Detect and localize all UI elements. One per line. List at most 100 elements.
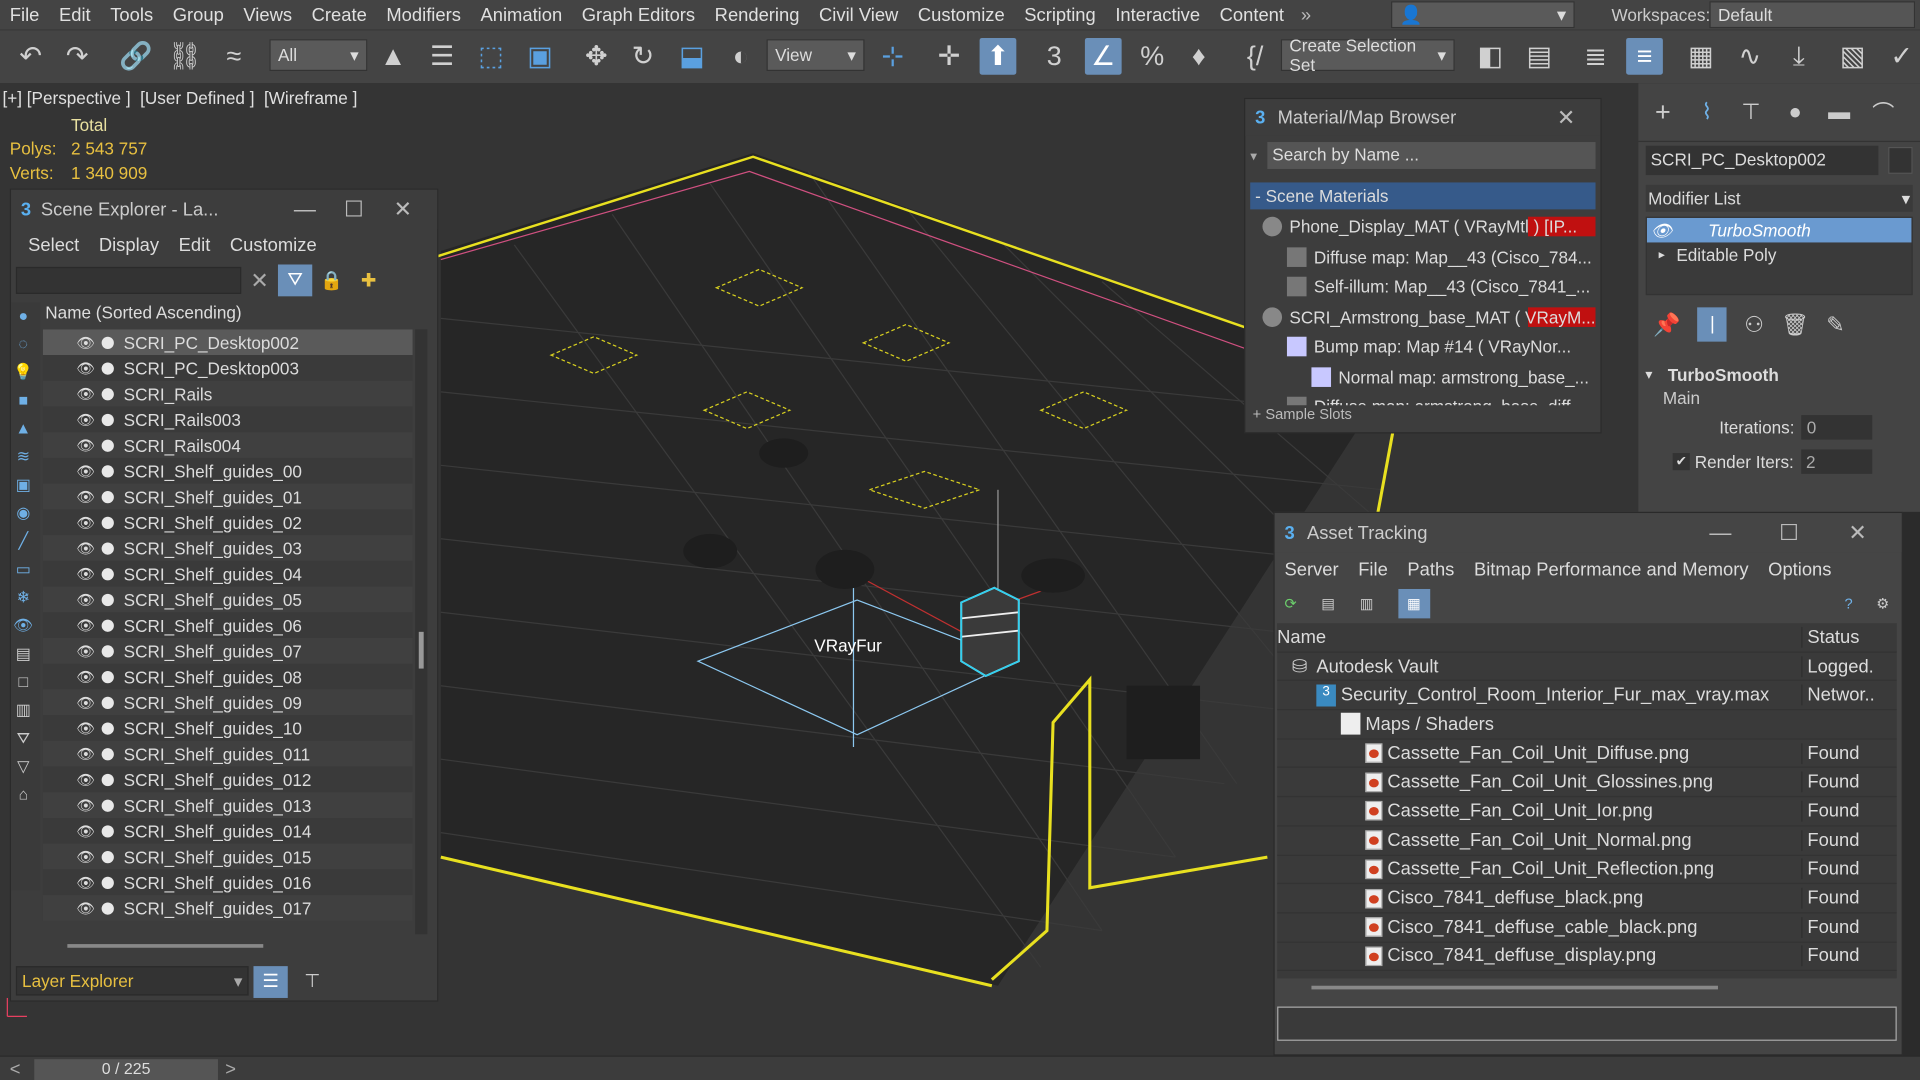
- visibility-eye-icon[interactable]: 👁: [75, 334, 97, 351]
- redo-icon[interactable]: ↷: [59, 38, 96, 75]
- chevron-down-icon[interactable]: ▾: [1250, 148, 1267, 164]
- close-icon[interactable]: ✕: [1823, 520, 1892, 546]
- select-object-icon[interactable]: ▲: [375, 38, 412, 75]
- menu-customize[interactable]: Customize: [220, 234, 326, 255]
- modifier-stack-turbosmooth[interactable]: 👁 TurboSmooth: [1646, 217, 1912, 243]
- freeze-dot-icon[interactable]: [101, 413, 114, 426]
- freeze-dot-icon[interactable]: [101, 567, 114, 580]
- hierarchy-tab-icon[interactable]: ⊤: [1734, 99, 1768, 125]
- spacewarps-filter-icon[interactable]: ≋: [11, 447, 35, 471]
- horizontal-scrollbar[interactable]: [67, 944, 264, 948]
- maximize-icon[interactable]: ☐: [329, 197, 378, 223]
- name-column-header[interactable]: Name: [1277, 627, 1801, 648]
- visibility-eye-icon[interactable]: 👁: [75, 822, 97, 839]
- make-unique-icon[interactable]: ⚇: [1744, 312, 1764, 338]
- list-item[interactable]: 👁 SCRI_Shelf_guides_10: [42, 715, 413, 741]
- freeze-dot-icon[interactable]: [101, 721, 114, 735]
- freeze-dot-icon[interactable]: [101, 824, 114, 837]
- table-row[interactable]: 3 Security_Control_Room_Interior_Fur_max_…: [1277, 681, 1897, 711]
- menu-animation[interactable]: Animation: [471, 4, 572, 25]
- menu-server[interactable]: Server: [1275, 559, 1349, 580]
- list-item[interactable]: 👁 SCRI_Rails004: [42, 432, 413, 458]
- named-selection-icon[interactable]: {/: [1237, 38, 1274, 75]
- list-item[interactable]: 👁 SCRI_Shelf_guides_016: [42, 869, 413, 896]
- cameras-filter-icon[interactable]: ■: [11, 391, 35, 415]
- menu-modifiers[interactable]: Modifiers: [377, 4, 471, 25]
- scene-materials-section[interactable]: - Scene Materials: [1250, 182, 1596, 210]
- visibility-eye-icon[interactable]: 👁: [75, 771, 97, 788]
- list-item[interactable]: 👁 SCRI_Shelf_guides_014: [42, 817, 413, 844]
- list-item[interactable]: 👁 SCRI_Shelf_guides_01: [42, 483, 413, 510]
- groups-filter-icon[interactable]: ▣: [11, 475, 35, 499]
- menu-scripting[interactable]: Scripting: [1014, 4, 1105, 25]
- geometry-filter-icon[interactable]: ●: [11, 306, 35, 330]
- visibility-eye-icon[interactable]: 👁: [75, 797, 97, 814]
- path-input[interactable]: [1277, 1006, 1897, 1041]
- select-by-name-icon[interactable]: ☰: [424, 38, 461, 75]
- list-view-icon[interactable]: ▤: [1321, 595, 1335, 612]
- freeze-dot-icon[interactable]: [101, 773, 114, 786]
- lights-filter-icon[interactable]: 💡: [11, 362, 35, 386]
- workspaces-dropdown[interactable]: Default: [1709, 1, 1916, 29]
- percent-snap-icon[interactable]: %: [1134, 38, 1171, 75]
- visibility-eye-icon[interactable]: 👁: [75, 745, 97, 762]
- lock-icon[interactable]: 🔒: [312, 269, 351, 292]
- table-row[interactable]: Cassette_Fan_Coil_Unit_Glossines.png Foun…: [1277, 768, 1897, 798]
- visibility-eye-icon[interactable]: 👁: [75, 462, 97, 479]
- next-frame-icon[interactable]: >: [225, 1059, 236, 1080]
- menu-tools[interactable]: Tools: [100, 4, 162, 25]
- freeze-dot-icon[interactable]: [101, 747, 114, 760]
- menu-file[interactable]: File: [0, 4, 49, 25]
- list-item[interactable]: 👁 SCRI_PC_Desktop003: [42, 355, 413, 381]
- containers-filter-icon[interactable]: ▭: [11, 560, 35, 584]
- display-tab-icon[interactable]: ▬: [1822, 99, 1856, 125]
- shapes-filter-icon[interactable]: ◌: [11, 334, 35, 358]
- toggle-layer-explorer-icon[interactable]: ≡: [1626, 37, 1663, 75]
- menu-display[interactable]: Display: [89, 234, 169, 255]
- list-item[interactable]: 👁 SCRI_Shelf_guides_07: [42, 637, 413, 664]
- maximize-icon[interactable]: ☐: [1755, 520, 1824, 546]
- curve-editor-icon[interactable]: ∿: [1731, 38, 1768, 75]
- visibility-eye-icon[interactable]: 👁: [75, 668, 97, 685]
- list-item[interactable]: 👁 SCRI_Shelf_guides_03: [42, 535, 413, 561]
- list-item[interactable]: 👁 SCRI_Shelf_guides_05: [42, 586, 413, 613]
- freeze-dot-icon[interactable]: [101, 644, 114, 657]
- add-layer-icon[interactable]: ✚: [351, 269, 385, 292]
- freeze-dot-icon[interactable]: [101, 541, 114, 555]
- frozen-filter-icon[interactable]: ❄: [11, 588, 35, 612]
- motion-tab-icon[interactable]: ●: [1778, 99, 1812, 125]
- material-list-item[interactable]: SCRI_Armstrong_base_MAT ( VRayM...: [1255, 302, 1596, 332]
- visibility-eye-icon[interactable]: 👁: [75, 385, 97, 402]
- freeze-dot-icon[interactable]: [101, 901, 114, 915]
- table-row[interactable]: Cassette_Fan_Coil_Unit_Normal.png Found: [1277, 826, 1897, 856]
- menu-file[interactable]: File: [1348, 559, 1397, 580]
- rectangular-selection-icon[interactable]: ⬚: [473, 38, 510, 75]
- freeze-dot-icon[interactable]: [101, 361, 114, 375]
- menu-content[interactable]: Content: [1210, 4, 1294, 25]
- invert-display-icon[interactable]: ▥: [11, 700, 35, 724]
- menu-group[interactable]: Group: [163, 4, 234, 25]
- freeze-dot-icon[interactable]: [101, 387, 114, 400]
- close-icon[interactable]: ✕: [1542, 105, 1591, 131]
- render-setup-icon[interactable]: ✓: [1883, 38, 1920, 75]
- visibility-eye-icon[interactable]: 👁: [75, 359, 97, 376]
- display-none-icon[interactable]: □: [11, 672, 35, 696]
- scene-explorer-titlebar[interactable]: 3 Scene Explorer - La... — ☐ ✕: [11, 189, 438, 229]
- previous-frame-icon[interactable]: <: [10, 1059, 21, 1080]
- material-list-item[interactable]: Normal map: armstrong_base_...: [1255, 362, 1595, 392]
- scrollbar[interactable]: [415, 329, 428, 935]
- visibility-eye-icon[interactable]: 👁: [75, 539, 97, 556]
- place-icon[interactable]: ◐: [722, 38, 759, 75]
- visibility-eye-icon[interactable]: 👁: [75, 642, 97, 659]
- menu-rendering[interactable]: Rendering: [705, 4, 809, 25]
- table-row[interactable]: Maps / Shaders: [1277, 710, 1897, 740]
- chevron-right-icon[interactable]: ▸: [1647, 248, 1676, 261]
- toggle-scene-explorer-icon[interactable]: ≣: [1577, 38, 1614, 75]
- freeze-dot-icon[interactable]: [101, 876, 114, 889]
- utilities-tab-icon[interactable]: ⌒: [1866, 96, 1900, 128]
- filter-icon[interactable]: ⛛: [277, 264, 313, 297]
- visibility-eye-icon[interactable]: 👁: [75, 848, 97, 865]
- list-item[interactable]: 👁 SCRI_Shelf_guides_09: [42, 689, 413, 716]
- menu-civil-view[interactable]: Civil View: [809, 4, 908, 25]
- minimize-icon[interactable]: —: [1686, 520, 1755, 546]
